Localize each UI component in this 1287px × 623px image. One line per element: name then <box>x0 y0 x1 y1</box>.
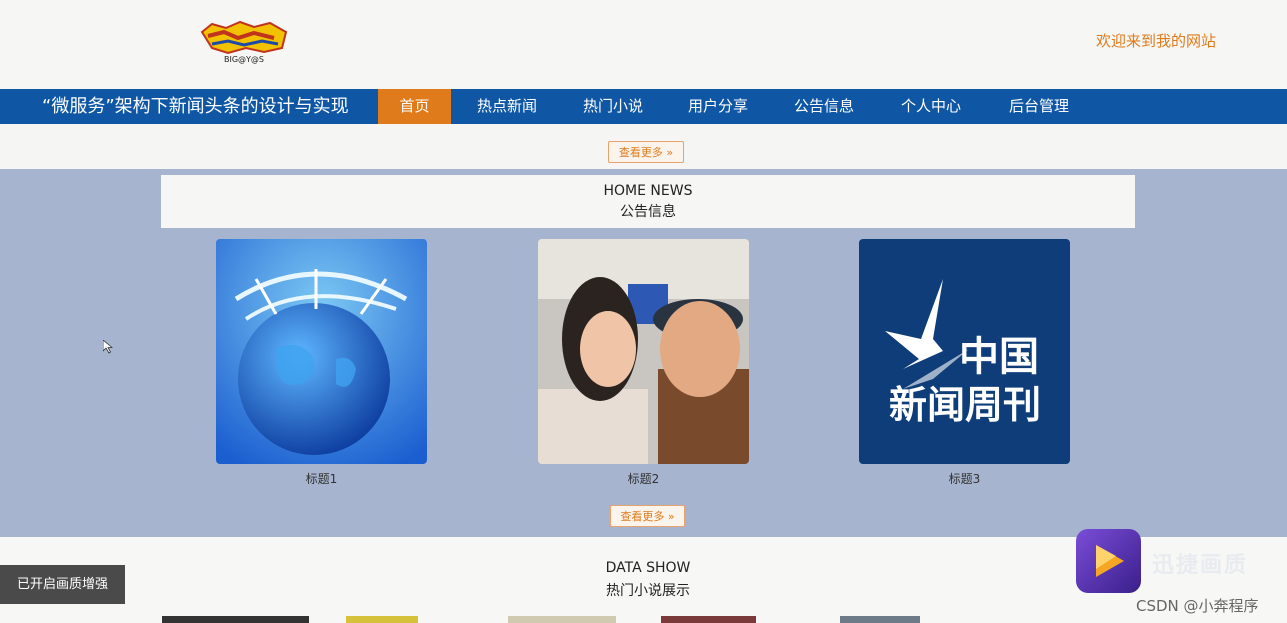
main-nav: “微服务”架构下新闻头条的设计与实现 首页 热点新闻 热门小说 用户分享 公告信… <box>0 89 1287 124</box>
china-news-weekly-logo-image[interactable]: 中国 新闻周刊 <box>859 239 1070 464</box>
nav-item-hot-novels[interactable]: 热门小说 <box>571 89 655 124</box>
portrait-image[interactable] <box>538 239 749 464</box>
news-card-caption[interactable]: 标题2 <box>538 470 749 487</box>
enhancement-toast: 已开启画质增强 <box>0 565 125 604</box>
app-name-text: 迅捷画质 <box>1152 553 1249 578</box>
book-cover[interactable] <box>661 616 756 623</box>
news-card[interactable]: 标题2 <box>538 239 749 487</box>
site-title: “微服务”架构下新闻头条的设计与实现 <box>42 96 349 117</box>
site-logo[interactable]: BIG@Y@S <box>198 18 290 66</box>
mouse-cursor-icon <box>102 339 114 358</box>
view-more-button-news[interactable]: 查看更多 » <box>610 505 685 527</box>
video-app-icon[interactable] <box>1076 529 1141 593</box>
welcome-text: 欢迎来到我的网站 <box>1096 32 1217 50</box>
news-title-cn: 公告信息 <box>620 204 676 220</box>
view-more-button-top[interactable]: 查看更多 » <box>608 141 684 163</box>
nav-item-profile[interactable]: 个人中心 <box>889 89 973 124</box>
nav-item-announcements[interactable]: 公告信息 <box>782 89 866 124</box>
book-cover[interactable] <box>346 616 418 623</box>
book-cover[interactable] <box>508 616 616 623</box>
news-card[interactable]: 中国 新闻周刊 标题3 <box>859 239 1070 487</box>
logo-line2: 新闻周刊 <box>889 383 1042 427</box>
news-card[interactable]: 标题1 <box>216 239 427 487</box>
nav-item-hot-news[interactable]: 热点新闻 <box>465 89 549 124</box>
logo-text: BIG@Y@S <box>224 55 264 64</box>
news-card-caption[interactable]: 标题3 <box>859 470 1070 487</box>
nav-item-home[interactable]: 首页 <box>378 89 451 124</box>
news-card-caption[interactable]: 标题1 <box>216 470 427 487</box>
nav-item-admin[interactable]: 后台管理 <box>997 89 1081 124</box>
csdn-watermark: CSDN @小奔程序 <box>1136 597 1259 615</box>
news-section-header: HOME NEWS 公告信息 <box>161 175 1135 228</box>
news-title-en: HOME NEWS <box>603 183 693 199</box>
header: BIG@Y@S 欢迎来到我的网站 <box>0 0 1287 89</box>
book-cover[interactable] <box>162 616 309 623</box>
globe-image[interactable] <box>216 239 427 464</box>
book-cover[interactable] <box>840 616 920 623</box>
nav-item-user-share[interactable]: 用户分享 <box>676 89 760 124</box>
